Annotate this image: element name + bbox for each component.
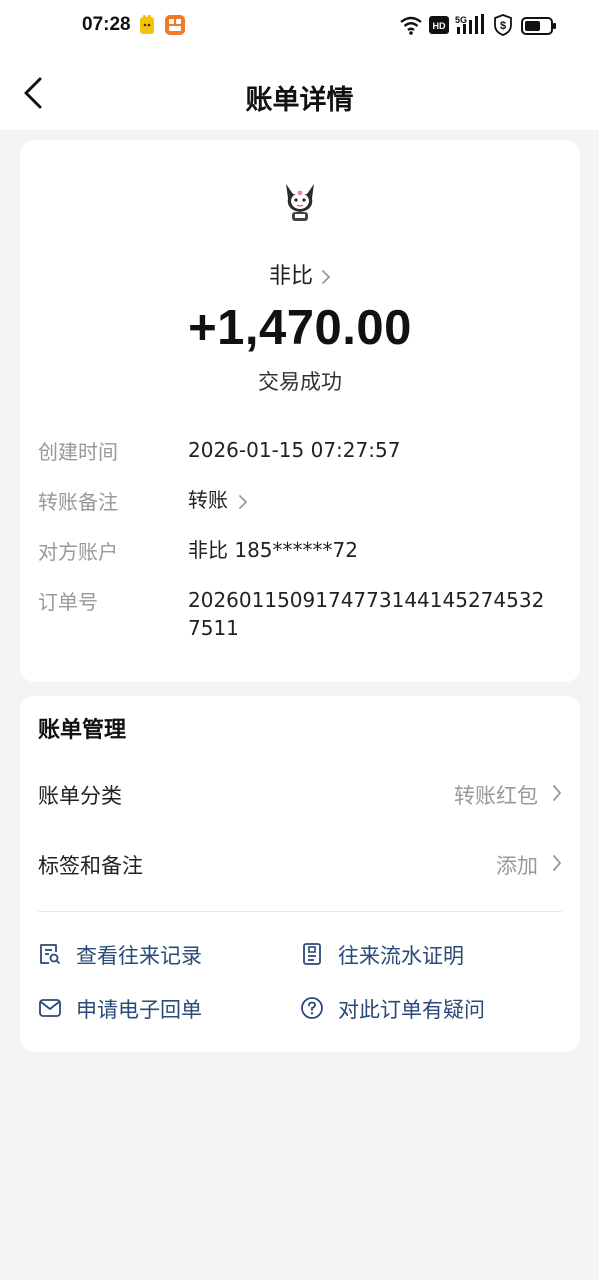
row-value: 添加 [496, 854, 538, 878]
detail-value: 非比 185******72 [188, 538, 358, 562]
help-icon [301, 997, 323, 1019]
detail-value: 转账 [188, 488, 228, 512]
detail-row-created-time: 创建时间 2026-01-15 07:27:57 [38, 436, 568, 466]
detail-value-wrap: 转账 [188, 486, 568, 514]
detail-row-counterparty: 对方账户 非比 185******72 [38, 536, 568, 566]
svg-text:5G: 5G [455, 15, 467, 25]
chevron-right-icon [553, 785, 562, 801]
detail-row-order-number: 订单号 2026011509174773144145274532 7511 [38, 586, 568, 646]
action-label: 对此订单有疑问 [338, 998, 485, 1022]
view-records-button[interactable]: 查看往来记录 [38, 938, 278, 972]
avatar[interactable] [282, 182, 318, 222]
svg-text:$: $ [500, 20, 506, 32]
transaction-card: 非比 +1,470.00 交易成功 创建时间 2026-01-15 07:27:… [20, 140, 580, 682]
bill-management-card: 账单管理 账单分类 转账红包 标签和备注 添加 查看往来记录 往来流水证明 申请… [20, 696, 580, 1052]
5g-signal-icon: 5G [455, 14, 484, 34]
divider [38, 911, 562, 912]
app-icon-2 [165, 15, 185, 35]
hd-icon: HD [429, 16, 449, 34]
wifi-icon [400, 16, 422, 35]
detail-label: 转账备注 [38, 490, 118, 514]
detail-label: 订单号 [38, 590, 98, 614]
detail-label: 对方账户 [38, 540, 118, 564]
row-label: 标签和备注 [38, 854, 143, 878]
status-bar: 07:28 HD 5G $ [0, 0, 599, 52]
nav-bar: 账单详情 [0, 52, 599, 130]
bill-category-row[interactable]: 账单分类 转账红包 [38, 774, 562, 814]
action-label: 申请电子回单 [76, 998, 202, 1022]
order-number-value: 2026011509174773144145274532 7511 [188, 588, 545, 640]
svg-text:HD: HD [433, 21, 446, 31]
detail-value: 2026-01-15 07:27:57 [188, 438, 401, 462]
payer-label: 非比 [268, 264, 313, 289]
chevron-right-icon [553, 855, 562, 871]
e-receipt-button[interactable]: 申请电子回单 [38, 992, 278, 1026]
transaction-status: 交易成功 [258, 370, 342, 394]
detail-row-transfer-note[interactable]: 转账备注 转账 [38, 486, 568, 516]
transaction-amount: +1,470.00 [188, 301, 412, 355]
tags-and-notes-row[interactable]: 标签和备注 添加 [38, 844, 562, 884]
row-label: 账单分类 [38, 784, 122, 808]
order-question-button[interactable]: 对此订单有疑问 [300, 992, 550, 1026]
status-time: 07:28 [82, 14, 131, 35]
action-label: 往来流水证明 [338, 944, 464, 968]
security-icon: $ [494, 14, 512, 36]
mail-icon [39, 999, 61, 1017]
app-icon-1 [140, 15, 154, 34]
payer-name[interactable]: 非比 [20, 258, 580, 290]
action-label: 查看往来记录 [76, 944, 202, 968]
detail-label: 创建时间 [38, 440, 118, 464]
statement-proof-button[interactable]: 往来流水证明 [300, 938, 550, 972]
page-title: 账单详情 [245, 85, 354, 116]
status-icons: HD 5G $ [399, 14, 559, 38]
section-title: 账单管理 [38, 718, 127, 743]
row-value: 转账红包 [454, 784, 538, 808]
chevron-right-icon [239, 494, 248, 509]
record-search-icon [40, 944, 61, 965]
document-icon [303, 943, 321, 965]
chevron-right-icon [322, 270, 331, 284]
battery-icon [521, 17, 556, 35]
